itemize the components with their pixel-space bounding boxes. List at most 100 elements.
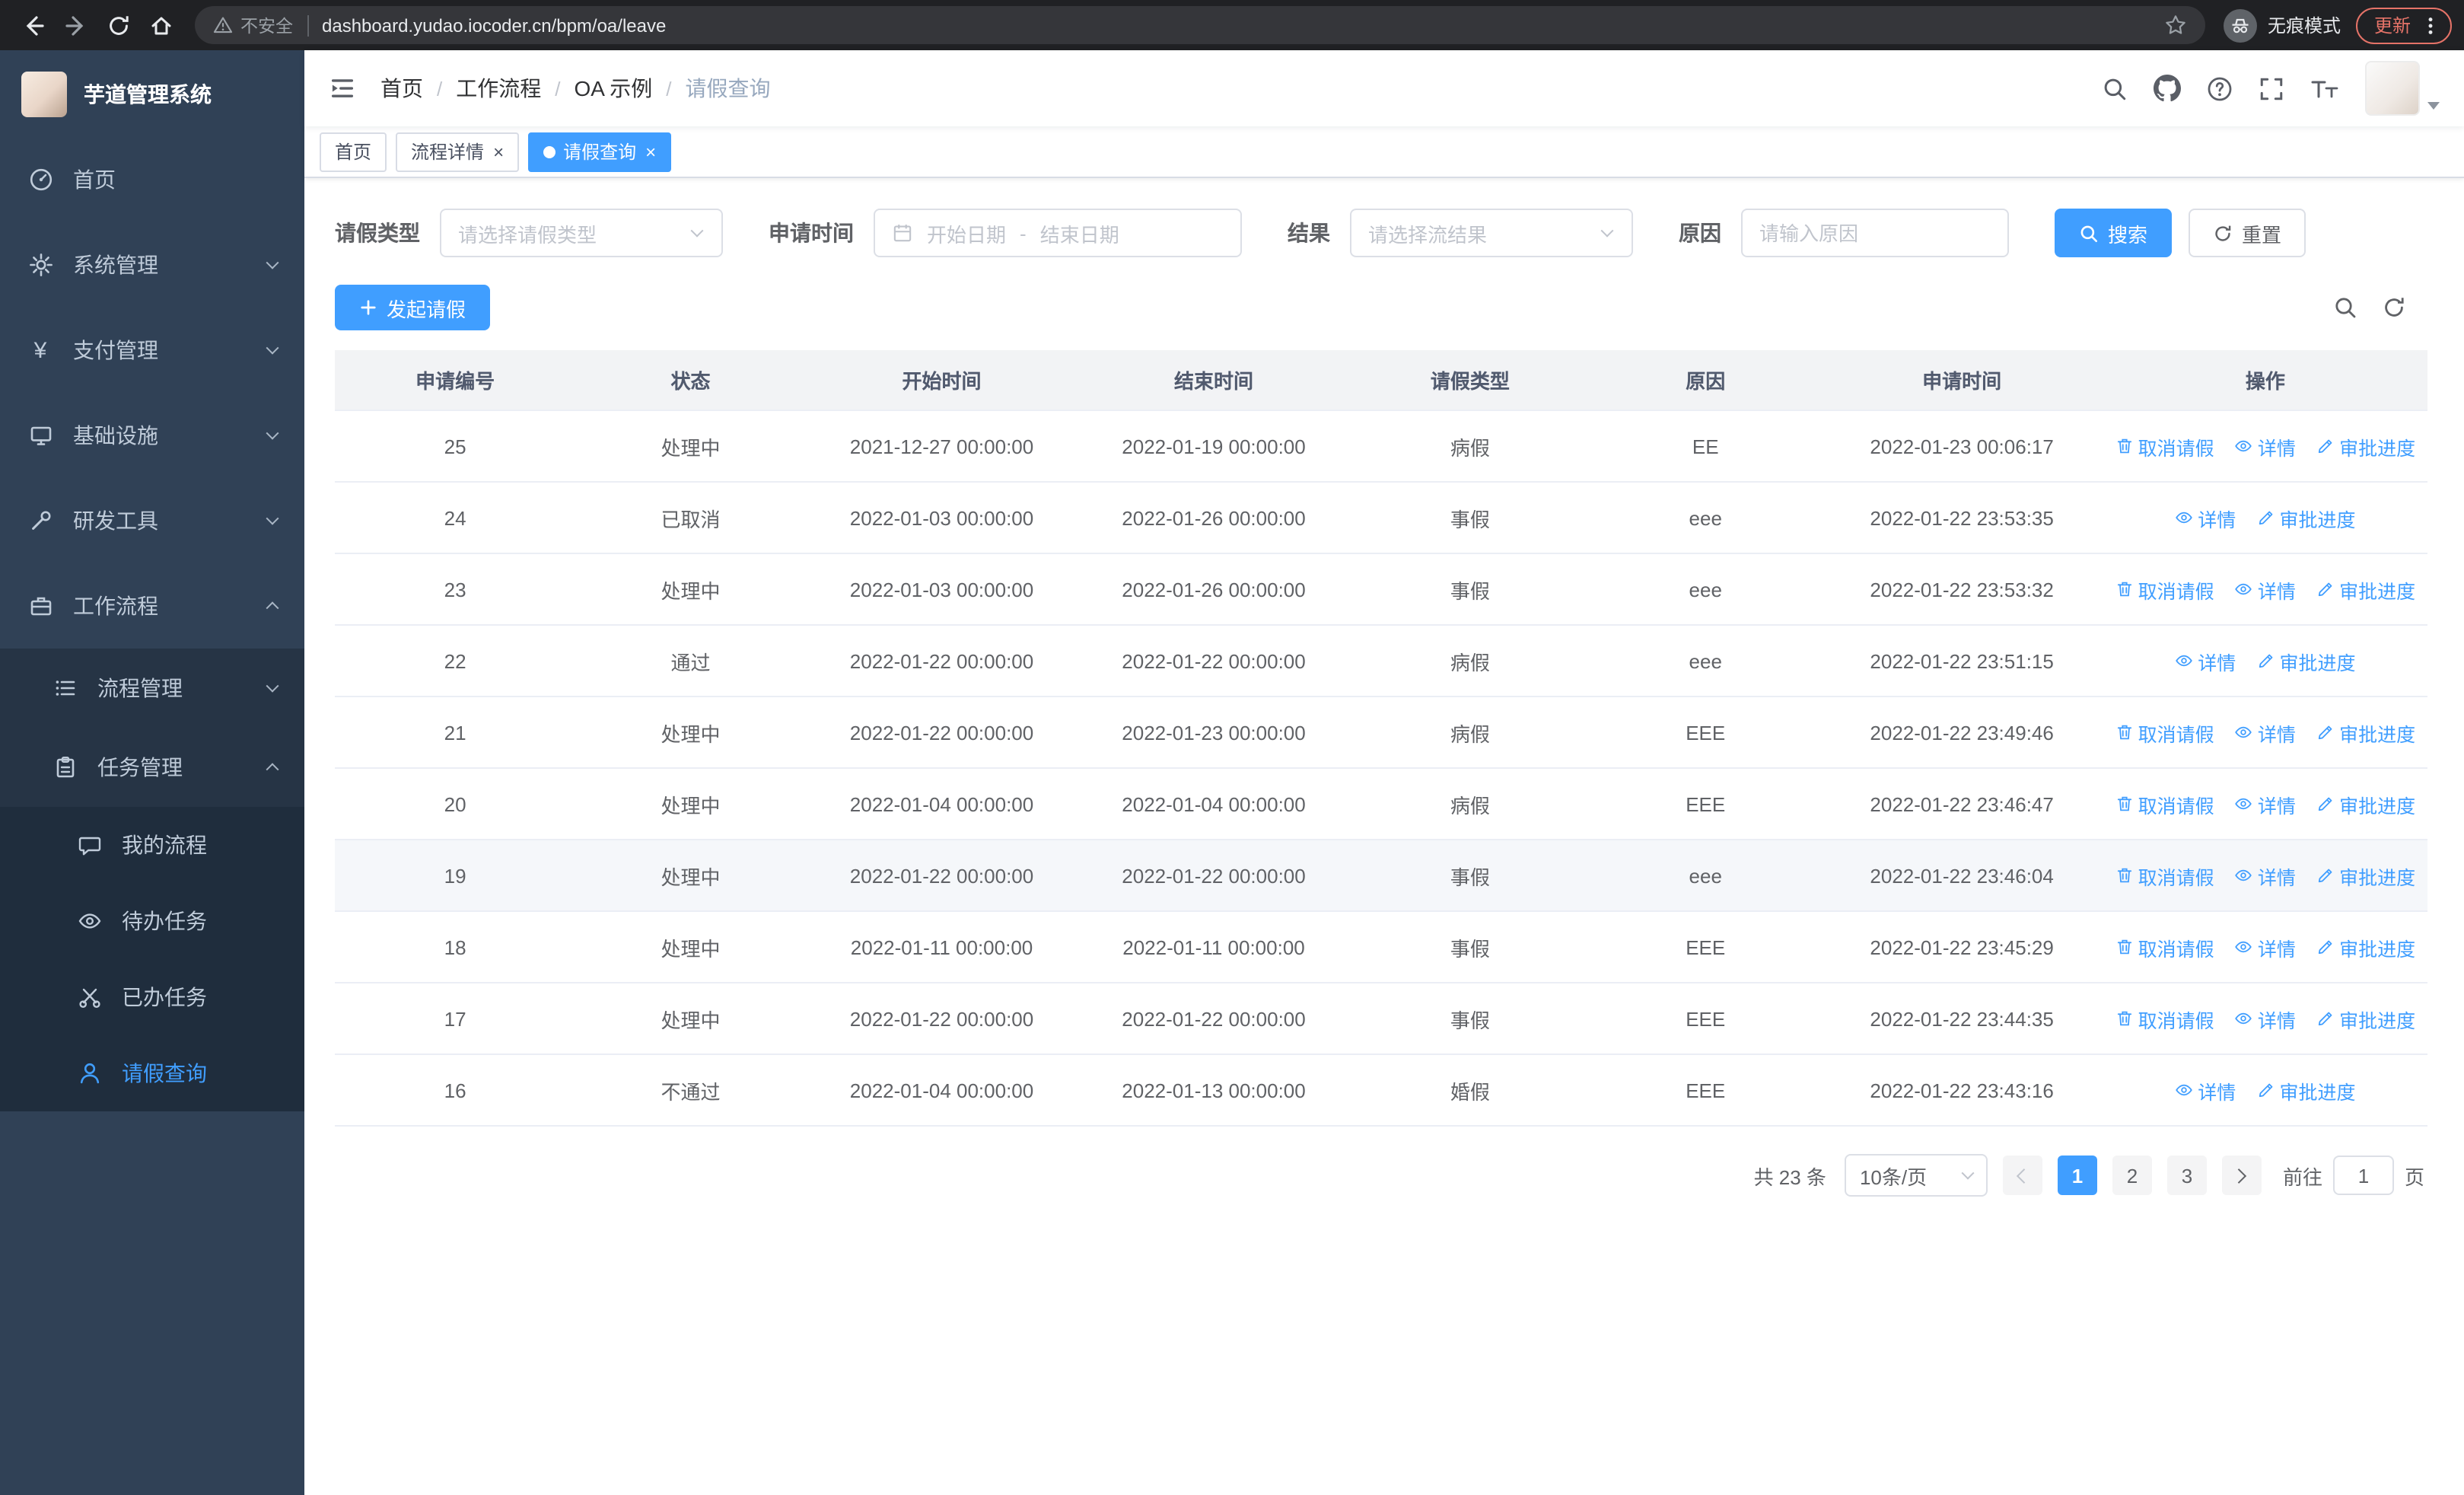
sidebar-item-home[interactable]: 首页 (0, 137, 304, 222)
home-icon[interactable] (140, 4, 183, 46)
forward-icon[interactable] (55, 4, 97, 46)
table-row[interactable]: 25 处理中 2021-12-27 00:00:00 2022-01-19 00… (335, 411, 2427, 483)
toggle-search-icon[interactable] (2333, 295, 2357, 320)
progress-link[interactable]: 审批进度 (2316, 432, 2415, 461)
leave-type-select[interactable]: 请选择请假类型 (440, 209, 723, 257)
edit-icon (2259, 654, 2272, 668)
sidebar-item-devtools[interactable]: 研发工具 (0, 478, 304, 563)
table-row[interactable]: 16 不通过 2022-01-04 00:00:00 2022-01-13 00… (335, 1055, 2427, 1127)
browser-update-button[interactable]: 更新 (2355, 7, 2452, 43)
table-row[interactable]: 22 通过 2022-01-22 00:00:00 2022-01-22 00:… (335, 626, 2427, 697)
refresh-table-icon[interactable] (2382, 295, 2406, 320)
back-icon[interactable] (12, 4, 55, 46)
sidebar-item-done-tasks[interactable]: 已办任务 (0, 959, 304, 1035)
progress-link[interactable]: 审批进度 (2316, 718, 2415, 747)
page-button-3[interactable]: 3 (2166, 1156, 2207, 1195)
cancel-leave-link[interactable]: 取消请假 (2115, 932, 2214, 961)
sidebar-item-payment[interactable]: ¥ 支付管理 (0, 308, 304, 393)
search-icon[interactable] (2102, 75, 2128, 101)
reload-icon[interactable] (97, 4, 140, 46)
progress-link[interactable]: 审批进度 (2257, 503, 2356, 532)
detail-link[interactable]: 详情 (2175, 1076, 2236, 1105)
sidebar-item-infra[interactable]: 基础设施 (0, 393, 304, 478)
table-row[interactable]: 24 已取消 2022-01-03 00:00:00 2022-01-26 00… (335, 483, 2427, 554)
detail-link[interactable]: 详情 (2235, 432, 2296, 461)
button-label: 重置 (2242, 223, 2282, 246)
sidebar-item-my-process[interactable]: 我的流程 (0, 807, 304, 883)
breadcrumb-item[interactable]: 工作流程 (456, 73, 541, 104)
cell-reason: eee (1590, 483, 1821, 554)
next-page-button[interactable] (2221, 1156, 2262, 1195)
close-icon[interactable]: × (493, 142, 504, 161)
table-row[interactable]: 19 处理中 2022-01-22 00:00:00 2022-01-22 00… (335, 840, 2427, 912)
progress-link[interactable]: 审批进度 (2316, 1004, 2415, 1033)
page-size-select[interactable]: 10条/页 (1844, 1154, 1988, 1197)
user-menu[interactable] (2365, 61, 2440, 116)
chevron-down-icon (266, 679, 279, 693)
cancel-leave-link[interactable]: 取消请假 (2115, 718, 2214, 747)
cancel-leave-link[interactable]: 取消请假 (2115, 432, 2214, 461)
incognito-badge: 无痕模式 (2223, 8, 2341, 42)
sidebar-item-todo-tasks[interactable]: 待办任务 (0, 883, 304, 959)
goto-page-input[interactable] (2332, 1156, 2394, 1195)
tab-process-detail[interactable]: 流程详情 × (396, 132, 520, 171)
table-row[interactable]: 18 处理中 2022-01-11 00:00:00 2022-01-11 00… (335, 912, 2427, 983)
detail-link[interactable]: 详情 (2235, 861, 2296, 890)
table-row[interactable]: 21 处理中 2022-01-22 00:00:00 2022-01-23 00… (335, 697, 2427, 769)
cell-start: 2022-01-22 00:00:00 (805, 983, 1078, 1055)
sidebar-item-process-mgmt[interactable]: 流程管理 (0, 649, 304, 728)
detail-link[interactable]: 详情 (2235, 789, 2296, 818)
result-select[interactable]: 请选择流结果 (1350, 209, 1633, 257)
progress-link[interactable]: 审批进度 (2316, 861, 2415, 890)
detail-link[interactable]: 详情 (2235, 718, 2296, 747)
prev-page-button[interactable] (2002, 1156, 2042, 1195)
tab-home[interactable]: 首页 (320, 132, 387, 171)
progress-link[interactable]: 审批进度 (2257, 1076, 2356, 1105)
cancel-leave-link[interactable]: 取消请假 (2115, 1004, 2214, 1033)
address-bar[interactable]: 不安全 dashboard.yudao.iocoder.cn/bpm/oa/le… (195, 6, 2205, 44)
help-icon[interactable] (2207, 75, 2233, 101)
cell-reason: EEE (1590, 1055, 1821, 1127)
create-leave-button[interactable]: 发起请假 (335, 285, 491, 330)
table-right-tools (2333, 295, 2427, 320)
github-icon[interactable] (2154, 75, 2181, 102)
table-row[interactable]: 23 处理中 2022-01-03 00:00:00 2022-01-26 00… (335, 554, 2427, 626)
detail-link[interactable]: 详情 (2235, 932, 2296, 961)
sidebar-item-workflow[interactable]: 工作流程 (0, 563, 304, 649)
progress-link[interactable]: 审批进度 (2316, 932, 2415, 961)
progress-link[interactable]: 审批进度 (2257, 646, 2356, 675)
font-size-icon[interactable] (2310, 75, 2339, 101)
detail-link[interactable]: 详情 (2175, 646, 2236, 675)
breadcrumb-item[interactable]: 首页 (380, 73, 423, 104)
table-row[interactable]: 17 处理中 2022-01-22 00:00:00 2022-01-22 00… (335, 983, 2427, 1055)
logo[interactable]: 芋道管理系统 (0, 50, 304, 137)
cancel-leave-link[interactable]: 取消请假 (2115, 575, 2214, 604)
reset-button[interactable]: 重置 (2189, 209, 2306, 257)
cell-apply-time: 2022-01-22 23:46:47 (1820, 769, 2103, 840)
sidebar-item-system[interactable]: 系统管理 (0, 222, 304, 308)
progress-link[interactable]: 审批进度 (2316, 575, 2415, 604)
tab-label: 首页 (335, 142, 372, 163)
cell-actions: 详情 审批进度 (2103, 483, 2427, 554)
fullscreen-icon[interactable] (2259, 75, 2284, 101)
sidebar-item-task-mgmt[interactable]: 任务管理 (0, 728, 304, 807)
table-row[interactable]: 20 处理中 2022-01-04 00:00:00 2022-01-04 00… (335, 769, 2427, 840)
close-icon[interactable]: × (645, 142, 656, 161)
search-button[interactable]: 搜索 (2055, 209, 2173, 257)
detail-link[interactable]: 详情 (2235, 575, 2296, 604)
cancel-leave-link[interactable]: 取消请假 (2115, 789, 2214, 818)
reason-input[interactable] (1759, 222, 1991, 244)
detail-link[interactable]: 详情 (2175, 503, 2236, 532)
progress-link[interactable]: 审批进度 (2316, 789, 2415, 818)
sidebar-item-leave-query[interactable]: 请假查询 (0, 1035, 304, 1111)
detail-link[interactable]: 详情 (2235, 1004, 2296, 1033)
page-button-2[interactable]: 2 (2112, 1156, 2152, 1195)
page-button-1[interactable]: 1 (2057, 1156, 2097, 1195)
sidebar-collapse-icon[interactable] (329, 75, 356, 102)
breadcrumb-item[interactable]: OA 示例 (575, 73, 653, 104)
date-range-picker[interactable]: 开始日期 - 结束日期 (874, 209, 1242, 257)
bookmark-star-icon[interactable] (2164, 14, 2187, 37)
security-indicator[interactable]: 不安全 (213, 13, 293, 37)
cancel-leave-link[interactable]: 取消请假 (2115, 861, 2214, 890)
tab-leave-query[interactable]: 请假查询 × (528, 132, 672, 171)
